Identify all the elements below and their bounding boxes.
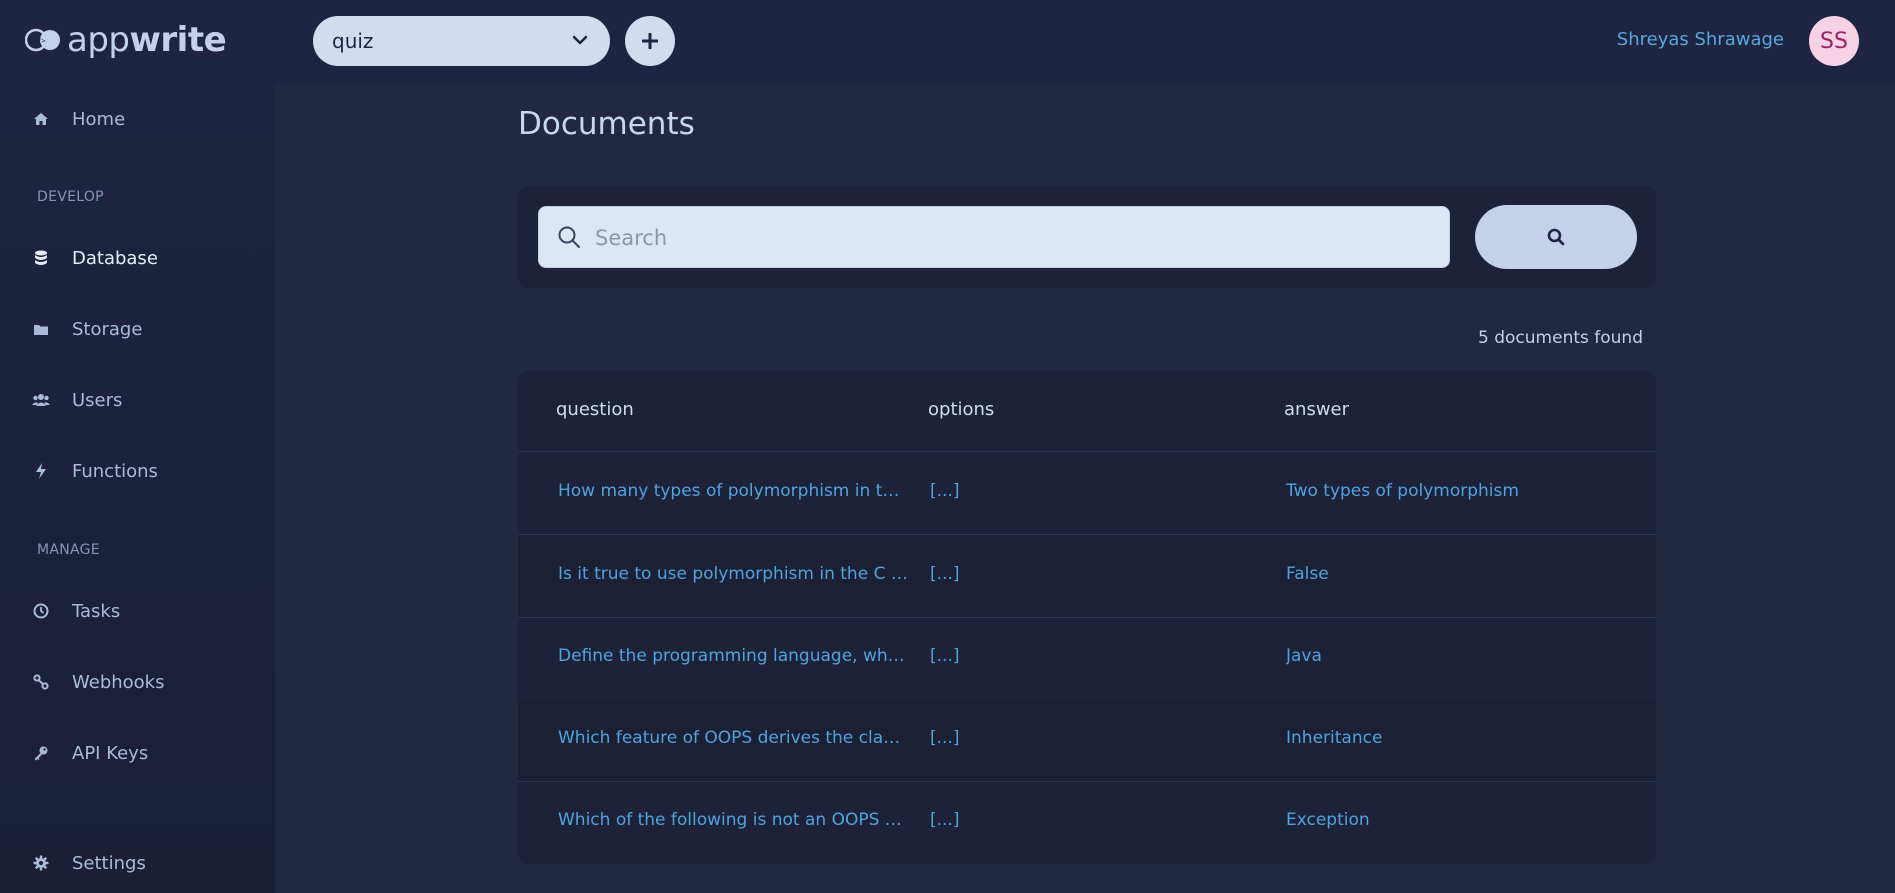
table-row[interactable]: How many types of polymorphism in th... … bbox=[518, 452, 1656, 535]
cell-answer: Exception bbox=[1286, 810, 1370, 830]
sidebar-item-label: Storage bbox=[72, 318, 143, 340]
cell-options: [...] bbox=[930, 481, 960, 501]
sidebar-item-label: Settings bbox=[72, 852, 146, 874]
gear-icon bbox=[32, 854, 50, 872]
project-select-value: quiz bbox=[332, 29, 374, 53]
appwrite-logo[interactable]: </> appwrite bbox=[25, 18, 227, 62]
sidebar: </> appwrite Home DEVELOP Database Stora… bbox=[0, 0, 275, 893]
sidebar-item-label: Users bbox=[72, 389, 123, 411]
sidebar-item-label: API Keys bbox=[72, 742, 149, 764]
sidebar-item-home[interactable]: Home bbox=[0, 99, 275, 139]
cell-answer: Two types of polymorphism bbox=[1286, 481, 1519, 501]
cell-options: [...] bbox=[930, 646, 960, 666]
svg-text:</>: </> bbox=[33, 37, 46, 45]
cell-answer: False bbox=[1286, 564, 1329, 584]
cell-answer: Java bbox=[1286, 646, 1322, 666]
cell-options: [...] bbox=[930, 810, 960, 830]
cell-question: How many types of polymorphism in th... bbox=[558, 481, 908, 501]
database-icon bbox=[32, 249, 50, 267]
page-title: Documents bbox=[518, 106, 695, 142]
cell-question: Is it true to use polymorphism in the C … bbox=[558, 564, 908, 584]
search-icon bbox=[558, 226, 580, 248]
cell-question: Which feature of OOPS derives the class … bbox=[558, 728, 908, 748]
table-row[interactable]: Which of the following is not an OOPS co… bbox=[518, 781, 1656, 863]
key-icon bbox=[32, 744, 50, 762]
sidebar-item-label: Functions bbox=[72, 460, 158, 482]
section-label-develop: DEVELOP bbox=[37, 189, 104, 205]
plus-icon bbox=[642, 33, 658, 49]
webhook-icon bbox=[32, 673, 50, 691]
folder-icon bbox=[32, 320, 50, 338]
section-label-manage: MANAGE bbox=[37, 542, 100, 558]
sidebar-item-functions[interactable]: Functions bbox=[0, 451, 275, 491]
project-select[interactable]: quiz bbox=[313, 16, 610, 66]
bolt-icon bbox=[32, 462, 50, 480]
column-header-answer: answer bbox=[1284, 399, 1350, 420]
column-header-options: options bbox=[928, 399, 995, 420]
sidebar-item-label: Tasks bbox=[72, 600, 121, 622]
logo-wordmark: appwrite bbox=[67, 20, 227, 60]
cell-question: Define the programming language, whi... bbox=[558, 646, 908, 666]
cell-answer: Inheritance bbox=[1286, 728, 1383, 748]
table-row[interactable]: Is it true to use polymorphism in the C … bbox=[518, 535, 1656, 618]
users-icon bbox=[32, 391, 50, 409]
sidebar-item-api-keys[interactable]: API Keys bbox=[0, 733, 275, 773]
search-card bbox=[518, 186, 1656, 288]
search-input[interactable] bbox=[593, 207, 1437, 269]
cell-options: [...] bbox=[930, 728, 960, 748]
appwrite-logo-icon: </> bbox=[25, 28, 60, 52]
sidebar-item-users[interactable]: Users bbox=[0, 380, 275, 420]
documents-table: question options answer How many types o… bbox=[518, 371, 1656, 864]
sidebar-item-label: Home bbox=[72, 108, 126, 130]
sidebar-item-settings[interactable]: Settings bbox=[0, 843, 275, 883]
sidebar-item-storage[interactable]: Storage bbox=[0, 309, 275, 349]
sidebar-item-webhooks[interactable]: Webhooks bbox=[0, 662, 275, 702]
sidebar-item-label: Database bbox=[72, 247, 158, 269]
search-button[interactable] bbox=[1475, 205, 1637, 269]
chevron-down-icon bbox=[572, 35, 588, 45]
documents-count: 5 documents found bbox=[1478, 328, 1643, 348]
add-project-button[interactable] bbox=[625, 16, 675, 66]
user-name-link[interactable]: Shreyas Shrawage bbox=[1617, 29, 1784, 50]
home-icon bbox=[32, 110, 50, 128]
table-row[interactable]: Which feature of OOPS derives the class … bbox=[518, 699, 1656, 782]
sidebar-item-label: Webhooks bbox=[72, 671, 165, 693]
cell-options: [...] bbox=[930, 564, 960, 584]
avatar[interactable]: SS bbox=[1809, 16, 1859, 66]
sidebar-item-tasks[interactable]: Tasks bbox=[0, 591, 275, 631]
table-header: question options answer bbox=[518, 371, 1656, 452]
search-icon bbox=[1547, 228, 1565, 246]
clock-icon bbox=[32, 602, 50, 620]
search-field bbox=[538, 206, 1450, 269]
column-header-question: question bbox=[556, 399, 634, 420]
table-row[interactable]: Define the programming language, whi... … bbox=[518, 617, 1656, 700]
cell-question: Which of the following is not an OOPS co… bbox=[558, 810, 908, 830]
sidebar-item-database[interactable]: Database bbox=[0, 238, 275, 278]
